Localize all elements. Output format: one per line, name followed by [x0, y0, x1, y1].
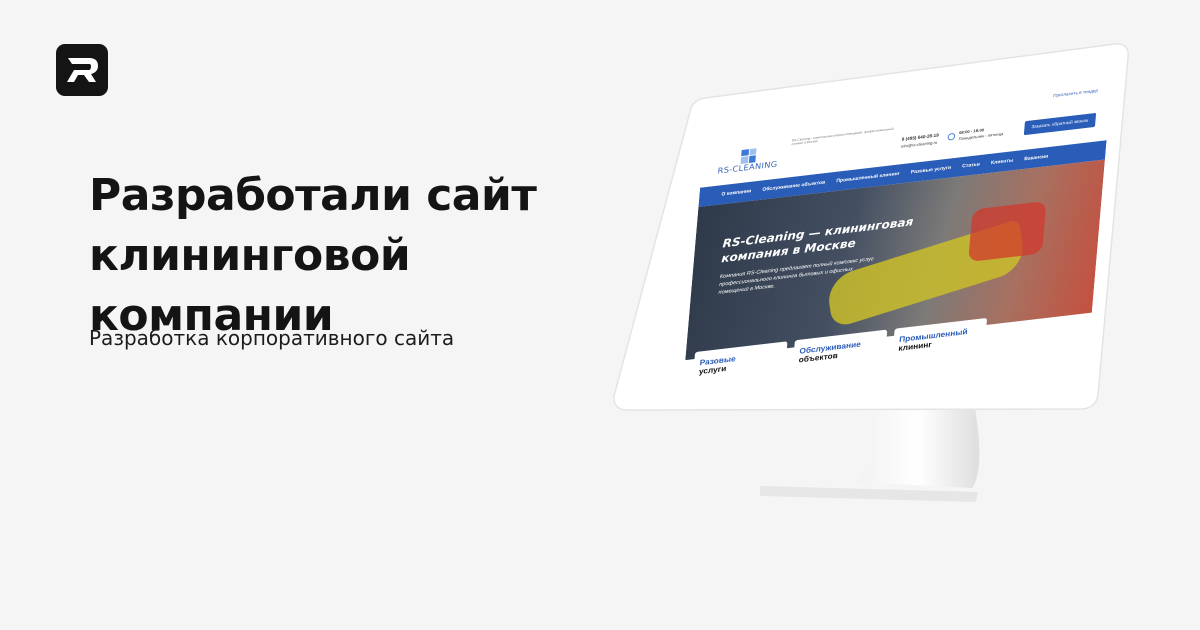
nav-item-clients[interactable]: Клиенты: [991, 158, 1014, 166]
callback-button[interactable]: Заказать обратный звонок: [1023, 112, 1097, 136]
nav-item-jobs[interactable]: Вакансии: [1024, 154, 1048, 162]
site-logo-icon: [740, 147, 757, 164]
nav-item-industrial[interactable]: Промышленный клининг: [836, 171, 900, 184]
bucket-image: [968, 200, 1047, 263]
site-logo[interactable]: RS-CLEANING: [714, 145, 783, 176]
website-screen: Пригласить в тендер RS-CLEANING RS-Clean…: [682, 82, 1112, 393]
nav-item-onetime[interactable]: Разовые услуги: [911, 165, 952, 175]
clock-icon: [947, 132, 956, 141]
site-hours: 08:00 - 18:00 Понедельник - пятница: [947, 124, 1004, 143]
nav-item-service[interactable]: Обслуживание объектов: [762, 180, 825, 193]
nav-item-articles[interactable]: Статьи: [962, 162, 980, 169]
nav-item-about[interactable]: О компании: [721, 189, 751, 198]
tender-link[interactable]: Пригласить в тендер: [1053, 88, 1098, 98]
site-contacts: 8 (495) 640-28-18 info@rs-cleaning.ru: [901, 132, 939, 149]
